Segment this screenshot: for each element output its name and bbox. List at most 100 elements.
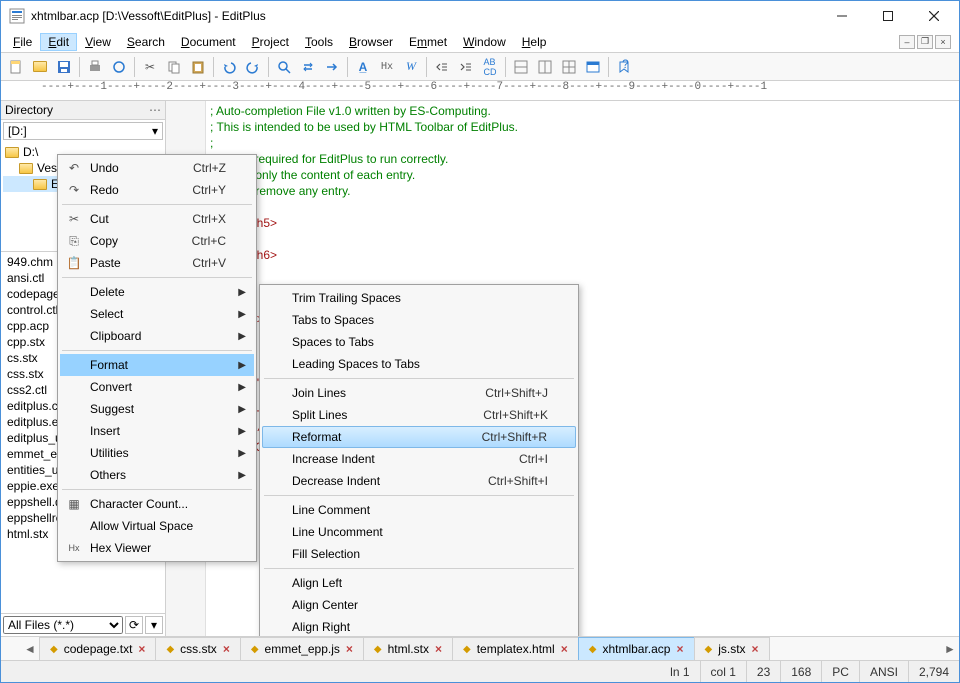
document-tab[interactable]: ◆templatex.html×	[452, 637, 579, 660]
menu-project[interactable]: Project	[244, 33, 297, 51]
menu-tabs-to-spaces[interactable]: Tabs to Spaces	[262, 309, 576, 331]
goto-button[interactable]	[321, 56, 343, 78]
drive-selector[interactable]: [D:] ▾	[3, 122, 163, 140]
window-split-h-button[interactable]	[510, 56, 532, 78]
menu-hexviewer[interactable]: HxHex Viewer	[60, 537, 254, 559]
abc-button[interactable]: ABCD	[479, 56, 501, 78]
mdi-minimize[interactable]: –	[899, 35, 915, 49]
menu-convert[interactable]: Convert▶	[60, 376, 254, 398]
menu-browser[interactable]: Browser	[341, 33, 401, 51]
maximize-button[interactable]	[865, 2, 911, 31]
menu-delete[interactable]: Delete▶	[60, 281, 254, 303]
menu-line-comment[interactable]: Line Comment	[262, 499, 576, 521]
find-button[interactable]	[273, 56, 295, 78]
wrap-button[interactable]: W	[400, 56, 422, 78]
indent-dec-button[interactable]	[431, 56, 453, 78]
help-button[interactable]: ?	[613, 56, 635, 78]
close-button[interactable]	[911, 2, 957, 31]
menu-align-right[interactable]: Align Right	[262, 616, 576, 636]
undo-button[interactable]	[218, 56, 240, 78]
menu-trim-trailing[interactable]: Trim Trailing Spaces	[262, 287, 576, 309]
menu-align-left[interactable]: Align Left	[262, 572, 576, 594]
tab-close-icon[interactable]: ×	[676, 642, 683, 656]
menu-join-lines[interactable]: Join LinesCtrl+Shift+J	[262, 382, 576, 404]
menu-search[interactable]: Search	[119, 33, 173, 51]
paste-icon: 📋	[66, 256, 82, 270]
menu-clipboard[interactable]: Clipboard▶	[60, 325, 254, 347]
file-type-icon: ◆	[50, 644, 58, 655]
menu-copy[interactable]: ⎘CopyCtrl+C	[60, 230, 254, 252]
menu-window[interactable]: Window	[455, 33, 514, 51]
indent-inc-button[interactable]	[455, 56, 477, 78]
file-type-icon: ◆	[463, 644, 471, 655]
document-tab[interactable]: ◆emmet_epp.js×	[240, 637, 364, 660]
mdi-close[interactable]: ×	[935, 35, 951, 49]
menu-charcount[interactable]: ▦Character Count...	[60, 493, 254, 515]
tab-close-icon[interactable]: ×	[223, 642, 230, 656]
menu-decrease-indent[interactable]: Decrease IndentCtrl+Shift+I	[262, 470, 576, 492]
menu-suggest[interactable]: Suggest▶	[60, 398, 254, 420]
tabs-prev[interactable]: ◄	[21, 637, 39, 660]
menu-line-uncomment[interactable]: Line Uncomment	[262, 521, 576, 543]
font-button[interactable]: A̲	[352, 56, 374, 78]
menu-edit[interactable]: Edit	[40, 33, 77, 51]
new-file-button[interactable]	[5, 56, 27, 78]
copy-button[interactable]	[163, 56, 185, 78]
menu-emmet[interactable]: Emmet	[401, 33, 455, 51]
print-button[interactable]	[84, 56, 106, 78]
mdi-restore[interactable]: ❐	[917, 35, 933, 49]
open-file-button[interactable]	[29, 56, 51, 78]
folder-icon	[33, 179, 47, 190]
menu-view[interactable]: View	[77, 33, 119, 51]
menu-help[interactable]: Help	[514, 33, 555, 51]
document-tab[interactable]: ◆codepage.txt×	[39, 637, 156, 660]
document-tab[interactable]: ◆css.stx×	[155, 637, 240, 660]
menu-select[interactable]: Select▶	[60, 303, 254, 325]
cut-button[interactable]: ✂	[139, 56, 161, 78]
filter-refresh-button[interactable]: ⟳	[125, 616, 143, 634]
menu-fill-selection[interactable]: Fill Selection	[262, 543, 576, 565]
minimize-button[interactable]	[819, 2, 865, 31]
menu-insert[interactable]: Insert▶	[60, 420, 254, 442]
edit-menu: ↶UndoCtrl+Z ↷RedoCtrl+Y ✂CutCtrl+X ⎘Copy…	[57, 154, 257, 562]
menu-others[interactable]: Others▶	[60, 464, 254, 486]
menu-format[interactable]: Format▶	[60, 354, 254, 376]
tab-close-icon[interactable]: ×	[752, 642, 759, 656]
filter-menu-button[interactable]: ▾	[145, 616, 163, 634]
replace-button[interactable]	[297, 56, 319, 78]
menu-increase-indent[interactable]: Increase IndentCtrl+I	[262, 448, 576, 470]
menu-spaces-to-tabs[interactable]: Spaces to Tabs	[262, 331, 576, 353]
tab-close-icon[interactable]: ×	[138, 642, 145, 656]
hex-button[interactable]: Hx	[376, 56, 398, 78]
window-grid-button[interactable]	[558, 56, 580, 78]
document-tab[interactable]: ◆html.stx×	[363, 637, 453, 660]
filter-select[interactable]: All Files (*.*)	[3, 616, 123, 634]
preview-button[interactable]	[108, 56, 130, 78]
menu-split-lines[interactable]: Split LinesCtrl+Shift+K	[262, 404, 576, 426]
menu-redo[interactable]: ↷RedoCtrl+Y	[60, 179, 254, 201]
menu-undo[interactable]: ↶UndoCtrl+Z	[60, 157, 254, 179]
menu-file[interactable]: File	[5, 33, 40, 51]
sidebar-tools-icon[interactable]: ⋯	[149, 103, 161, 117]
tab-close-icon[interactable]: ×	[561, 642, 568, 656]
menu-tools[interactable]: Tools	[297, 33, 341, 51]
save-button[interactable]	[53, 56, 75, 78]
tab-close-icon[interactable]: ×	[346, 642, 353, 656]
menu-utilities[interactable]: Utilities▶	[60, 442, 254, 464]
menu-leading-s2t[interactable]: Leading Spaces to Tabs	[262, 353, 576, 375]
window-split-v-button[interactable]	[534, 56, 556, 78]
tab-close-icon[interactable]: ×	[435, 642, 442, 656]
menu-cut[interactable]: ✂CutCtrl+X	[60, 208, 254, 230]
document-tab[interactable]: ◆xhtmlbar.acp×	[578, 637, 695, 660]
browser-button[interactable]	[582, 56, 604, 78]
document-tab[interactable]: ◆js.stx×	[694, 637, 770, 660]
file-filter: All Files (*.*) ⟳ ▾	[1, 613, 165, 636]
menu-align-center[interactable]: Align Center	[262, 594, 576, 616]
redo-button[interactable]	[242, 56, 264, 78]
tabs-next[interactable]: ►	[941, 637, 959, 660]
menu-paste[interactable]: 📋PasteCtrl+V	[60, 252, 254, 274]
menu-virtualspace[interactable]: Allow Virtual Space	[60, 515, 254, 537]
menu-document[interactable]: Document	[173, 33, 244, 51]
menu-reformat[interactable]: ReformatCtrl+Shift+R	[262, 426, 576, 448]
paste-button[interactable]	[187, 56, 209, 78]
